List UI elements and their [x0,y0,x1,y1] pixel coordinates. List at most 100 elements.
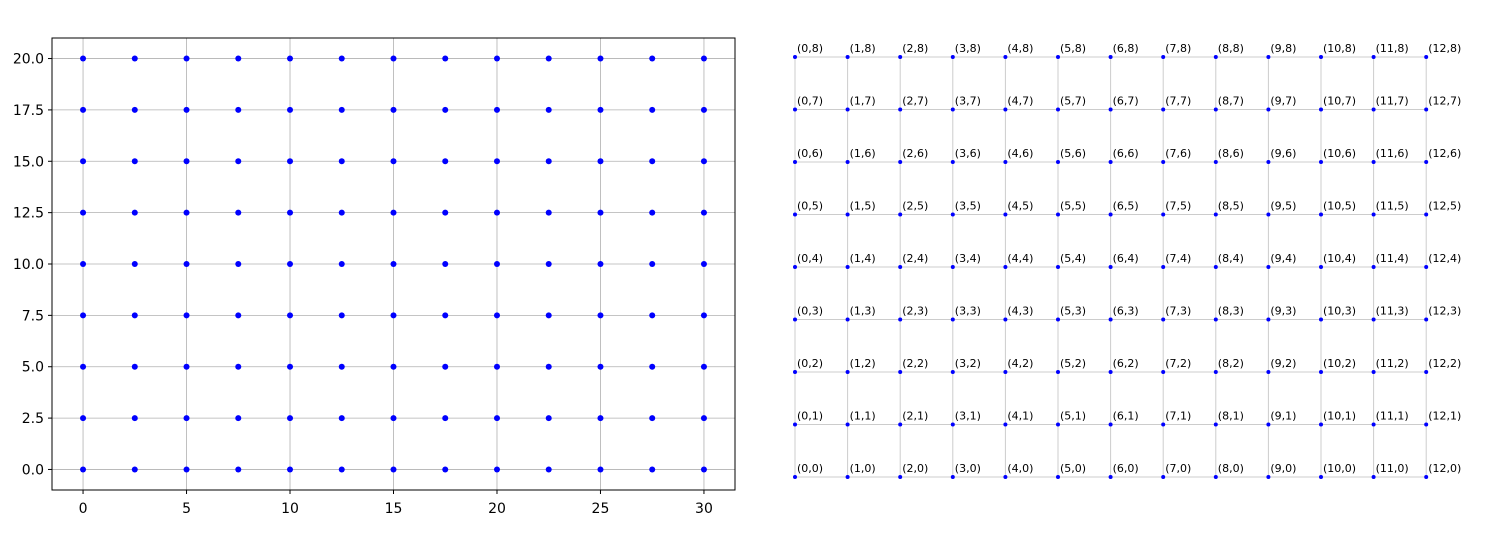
right-point-label: (3,8) [955,42,981,55]
right-data-point [898,212,903,217]
left-data-point [442,209,449,216]
left-data-point [545,106,552,113]
right-data-point [1056,317,1060,322]
right-data-point [793,160,797,164]
right-point-label: (9,7) [1270,95,1296,108]
right-data-point [845,55,850,59]
right-point-label: (1,8) [850,42,876,55]
left-data-point [131,466,138,473]
right-point-label: (8,6) [1218,147,1244,160]
right-data-point [1056,265,1060,269]
right-data-point [1056,212,1060,217]
left-data-point [287,209,294,216]
right-data-point [1108,212,1113,217]
right-point-label: (12,2) [1428,357,1461,370]
left-data-point [700,106,707,113]
left-data-point [597,261,604,267]
right-data-point [1371,212,1376,217]
left-data-point [597,158,604,165]
left-data-point [545,158,552,165]
left-data-point [597,363,604,370]
right-point-label: (6,5) [1113,200,1139,213]
left-data-point [235,466,242,473]
left-data-point [338,209,345,216]
left-data-point [493,466,500,473]
right-point-label: (11,3) [1376,305,1409,318]
right-point-label: (10,5) [1323,200,1356,213]
left-data-point [493,261,500,267]
right-data-point [898,55,903,59]
right-data-point [793,370,797,374]
left-data-point [649,106,656,113]
right-point-label: (12,3) [1428,305,1461,318]
right-point-label: (7,7) [1165,95,1191,108]
left-x-tick-label: 10 [281,501,299,517]
left-data-point [131,363,138,370]
right-point-label: (12,8) [1428,42,1461,55]
right-data-point [793,422,797,427]
left-data-point [183,261,190,267]
right-data-point [1424,107,1429,112]
right-data-point [1424,475,1429,479]
left-data-point [442,55,449,62]
right-data-point [1319,160,1323,164]
right-data-point [845,370,850,374]
left-y-ticks: 0.0 2.5 5.0 7.5 10.0 12.5 15.0 17.5 20.0 [13,52,52,478]
right-data-point [845,107,850,112]
left-data-point [235,261,242,267]
right-point-label: (5,2) [1060,357,1086,370]
left-y-tick-label: 5.0 [22,360,44,376]
right-point-label: (8,1) [1218,410,1244,423]
right-point-label: (5,5) [1060,200,1086,213]
right-point-label: (6,2) [1113,357,1139,370]
right-point-label: (0,1) [797,410,823,423]
right-point-label: (6,4) [1113,252,1139,265]
right-point-label: (0,3) [797,305,823,318]
right-data-point [898,475,903,479]
right-data-point [1003,212,1008,217]
left-data-point [597,466,604,473]
right-data-point [1371,370,1376,374]
right-point-label: (5,3) [1060,305,1086,318]
right-point-label: (2,5) [902,200,928,213]
right-point-label: (3,7) [955,95,981,108]
right-point-label: (5,7) [1060,95,1086,108]
right-point-label: (1,1) [850,410,876,423]
right-data-point [1213,55,1218,59]
right-data-point [1056,422,1060,427]
left-data-point [338,55,345,62]
left-y-tick-label: 0.0 [22,462,44,478]
right-data-point [950,475,955,479]
left-data-point [235,312,242,319]
left-y-tick-label: 10.0 [13,257,44,273]
left-data-point [597,415,604,422]
left-data-point [390,466,397,473]
left-data-point [545,363,552,370]
right-data-point [1056,107,1060,112]
right-point-label: (5,0) [1060,462,1086,475]
left-data-point [131,209,138,216]
left-data-point [442,466,449,473]
right-data-point [1319,475,1323,479]
right-point-label: (2,6) [902,147,928,160]
left-data-point [390,209,397,216]
right-data-point [845,160,850,164]
left-data-point [493,209,500,216]
left-data-point [287,158,294,165]
right-point-label: (8,7) [1218,95,1244,108]
right-data-point [1108,317,1113,322]
right-point-labels: (0,0) (1,0) (2,0) (3,0) (4,0) (5,0) (6,0) (7,0)… [797,42,1461,475]
left-data-point [442,158,449,165]
left-data-point [493,363,500,370]
left-x-tick-label: 30 [695,501,713,517]
left-data-point [493,415,500,422]
left-y-tick-label: 17.5 [13,103,44,119]
right-data-point [1213,475,1218,479]
right-point-label: (6,8) [1113,42,1139,55]
left-data-point [338,363,345,370]
right-data-point [1266,55,1271,59]
left-data-point [700,209,707,216]
right-point-label: (7,8) [1165,42,1191,55]
right-data-point [950,55,955,59]
left-data-point [183,466,190,473]
